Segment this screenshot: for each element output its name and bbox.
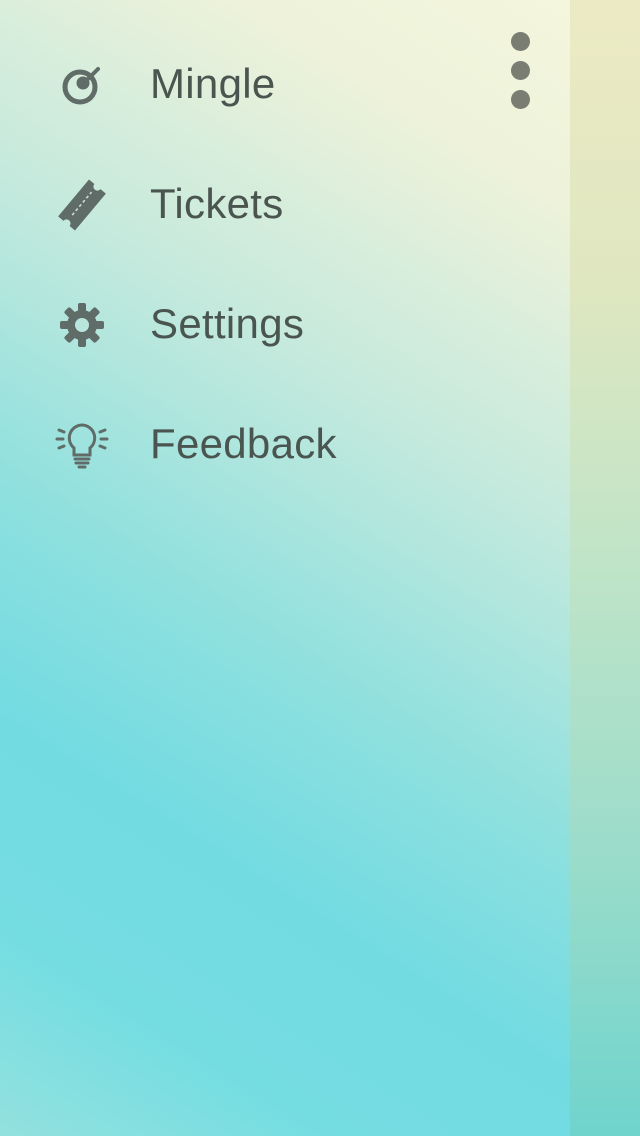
main-content-edge[interactable] xyxy=(570,0,640,1136)
app-screen: Mingle Tickets Settings Feedback xyxy=(0,0,640,1136)
menu-item-label: Mingle xyxy=(150,60,276,108)
menu-item-label: Settings xyxy=(150,300,305,348)
ticket-icon xyxy=(52,175,112,235)
lightbulb-icon xyxy=(52,415,112,475)
menu-item-label: Tickets xyxy=(150,180,284,228)
gear-icon xyxy=(52,295,112,355)
menu-item-mingle[interactable]: Mingle xyxy=(0,25,570,145)
menu-item-label: Feedback xyxy=(150,420,337,468)
menu-item-settings[interactable]: Settings xyxy=(0,265,570,385)
eye-radar-icon xyxy=(52,55,112,115)
menu-item-tickets[interactable]: Tickets xyxy=(0,145,570,265)
drawer-menu: Mingle Tickets Settings Feedback xyxy=(0,25,570,505)
menu-item-feedback[interactable]: Feedback xyxy=(0,385,570,505)
navigation-drawer: Mingle Tickets Settings Feedback xyxy=(0,0,570,1136)
